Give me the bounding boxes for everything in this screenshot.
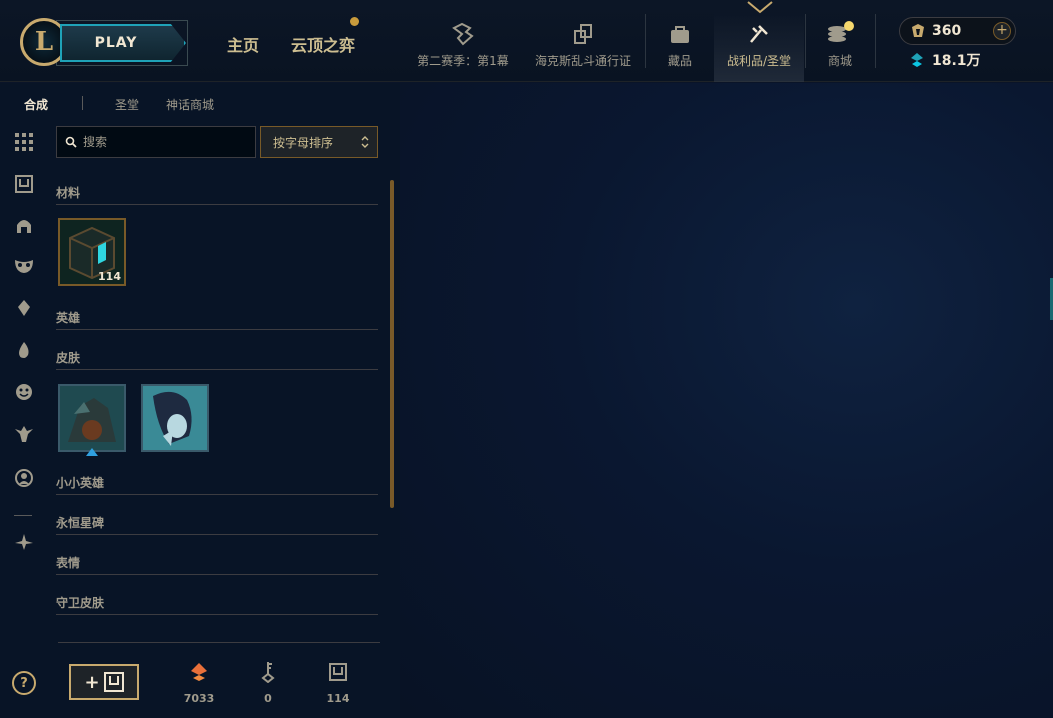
nav-divider (645, 14, 646, 68)
event-pass-icon (572, 20, 594, 48)
nav-collection-label: 藏品 (667, 54, 692, 68)
filter-little-legends-icon[interactable] (12, 296, 36, 320)
loot-tile-skin-shard[interactable] (58, 384, 126, 452)
filter-all-grid-icon[interactable] (12, 130, 36, 154)
chevron-updown-icon (361, 136, 369, 148)
category-skins[interactable]: 皮肤 (56, 349, 378, 370)
be-balance: 18.1万 (910, 50, 981, 70)
active-tab-chevron-icon (747, 1, 773, 14)
nav-home[interactable]: 主页 (227, 32, 259, 56)
category-emotes[interactable]: 表情 (56, 554, 378, 575)
category-materials[interactable]: 材料 (56, 184, 378, 205)
loot-list-scrollbar[interactable] (390, 180, 394, 508)
loot-tile-hextech-chest[interactable]: 114 (58, 218, 126, 286)
chests-stat: 114 (308, 660, 368, 705)
collection-bag-icon (668, 20, 692, 48)
category-little-legends-label: 小小英雄 (56, 476, 105, 490)
store-coins-icon (825, 20, 855, 48)
skin-shard-art-icon (143, 386, 207, 450)
filter-icons-profile-icon[interactable] (12, 466, 36, 490)
notification-dot (350, 17, 359, 26)
sidebar-divider (14, 515, 32, 516)
rp-balance[interactable]: 360 + (899, 17, 1016, 45)
category-divider (56, 534, 378, 535)
buy-rp-button[interactable]: + (993, 22, 1011, 40)
search-input[interactable] (83, 135, 243, 149)
filter-champions-helmet-icon[interactable] (12, 214, 36, 238)
play-button[interactable]: PLAY (60, 24, 186, 62)
category-divider (56, 574, 378, 575)
loot-icon (747, 20, 771, 48)
season-pass-icon (450, 20, 476, 48)
loot-tile-skin-shard[interactable] (141, 384, 209, 452)
tab-sanctum[interactable]: 圣堂 (115, 96, 139, 113)
category-divider (56, 614, 378, 615)
nav-store[interactable]: 商城 (814, 12, 866, 82)
nav-tft[interactable]: 云顶之弈 (291, 32, 355, 56)
category-divider (56, 329, 378, 330)
nav-divider (805, 14, 806, 68)
search-field[interactable] (56, 126, 256, 158)
loot-detail-area (400, 83, 1053, 718)
category-champions[interactable]: 英雄 (56, 309, 378, 330)
keys-amount: 0 (264, 692, 272, 705)
category-ward-skins[interactable]: 守卫皮肤 (56, 594, 378, 615)
filter-eternals-flame-icon[interactable] (12, 338, 36, 362)
filter-ward-skins-icon[interactable] (12, 422, 36, 446)
nav-store-label: 商城 (827, 54, 852, 68)
loot-list: 材料 114 英雄 皮肤 小小英雄 永恒星碑 表情 守卫皮肤 (56, 170, 380, 640)
sort-selected-label: 按字母排序 (273, 135, 334, 150)
upgrade-triangle-icon (86, 448, 98, 456)
nav-loot-label: 战利品/圣堂 (726, 54, 792, 68)
nav-loot[interactable]: 战利品/圣堂 (714, 12, 804, 82)
category-little-legends[interactable]: 小小英雄 (56, 474, 378, 495)
loot-tile-count: 114 (98, 270, 121, 283)
chests-amount: 114 (326, 692, 350, 705)
riot-points-icon (912, 24, 924, 37)
bottom-divider (58, 642, 380, 643)
category-emotes-label: 表情 (56, 556, 81, 570)
filter-skins-mask-icon[interactable] (12, 254, 36, 278)
nav-event-pass-label: 海克斯乱斗通行证 (534, 54, 631, 68)
rp-amount: 360 (932, 23, 962, 39)
plus-icon: + (84, 671, 100, 693)
category-skins-label: 皮肤 (56, 351, 81, 365)
category-ward-skins-label: 守卫皮肤 (56, 596, 105, 610)
tab-crafting[interactable]: 合成 (24, 96, 48, 113)
category-divider (56, 369, 378, 370)
tab-mythic-shop[interactable]: 神话商城 (166, 96, 214, 113)
keys-stat: 0 (238, 660, 298, 705)
skin-shard-art-icon (60, 386, 124, 450)
search-icon (65, 136, 77, 148)
nav-divider (875, 14, 876, 68)
top-bar: L PLAY 主页 云顶之弈 第二赛季：第1幕 海克斯乱斗通行证 藏品 战利品/… (0, 0, 1053, 82)
category-materials-label: 材料 (56, 186, 81, 200)
nav-collection[interactable]: 藏品 (652, 12, 708, 82)
category-eternals-label: 永恒星碑 (56, 516, 105, 530)
help-button[interactable]: ? (12, 671, 36, 695)
orange-essence-stat: 7033 (169, 660, 229, 705)
subtab-divider (82, 96, 83, 110)
be-amount: 18.1万 (932, 53, 981, 69)
category-eternals[interactable]: 永恒星碑 (56, 514, 378, 535)
filter-emotes-smiley-icon[interactable] (12, 380, 36, 404)
orange-essence-icon (169, 660, 229, 684)
blue-essence-icon (911, 53, 923, 67)
chest-icon (308, 660, 368, 684)
purchase-chest-button[interactable]: + (69, 664, 139, 700)
category-divider (56, 494, 378, 495)
filter-other-crest-icon[interactable] (12, 530, 36, 554)
category-champions-label: 英雄 (56, 311, 81, 325)
filter-chests-icon[interactable] (12, 172, 36, 196)
category-divider (56, 204, 378, 205)
key-icon (238, 660, 298, 684)
sort-dropdown[interactable]: 按字母排序 (260, 126, 378, 158)
orange-essence-amount: 7033 (183, 692, 215, 705)
nav-event-pass[interactable]: 海克斯乱斗通行证 (530, 12, 636, 82)
chest-icon (103, 672, 124, 692)
nav-season-pass-label: 第二赛季：第1幕 (417, 54, 509, 68)
nav-season-pass[interactable]: 第二赛季：第1幕 (414, 12, 512, 82)
